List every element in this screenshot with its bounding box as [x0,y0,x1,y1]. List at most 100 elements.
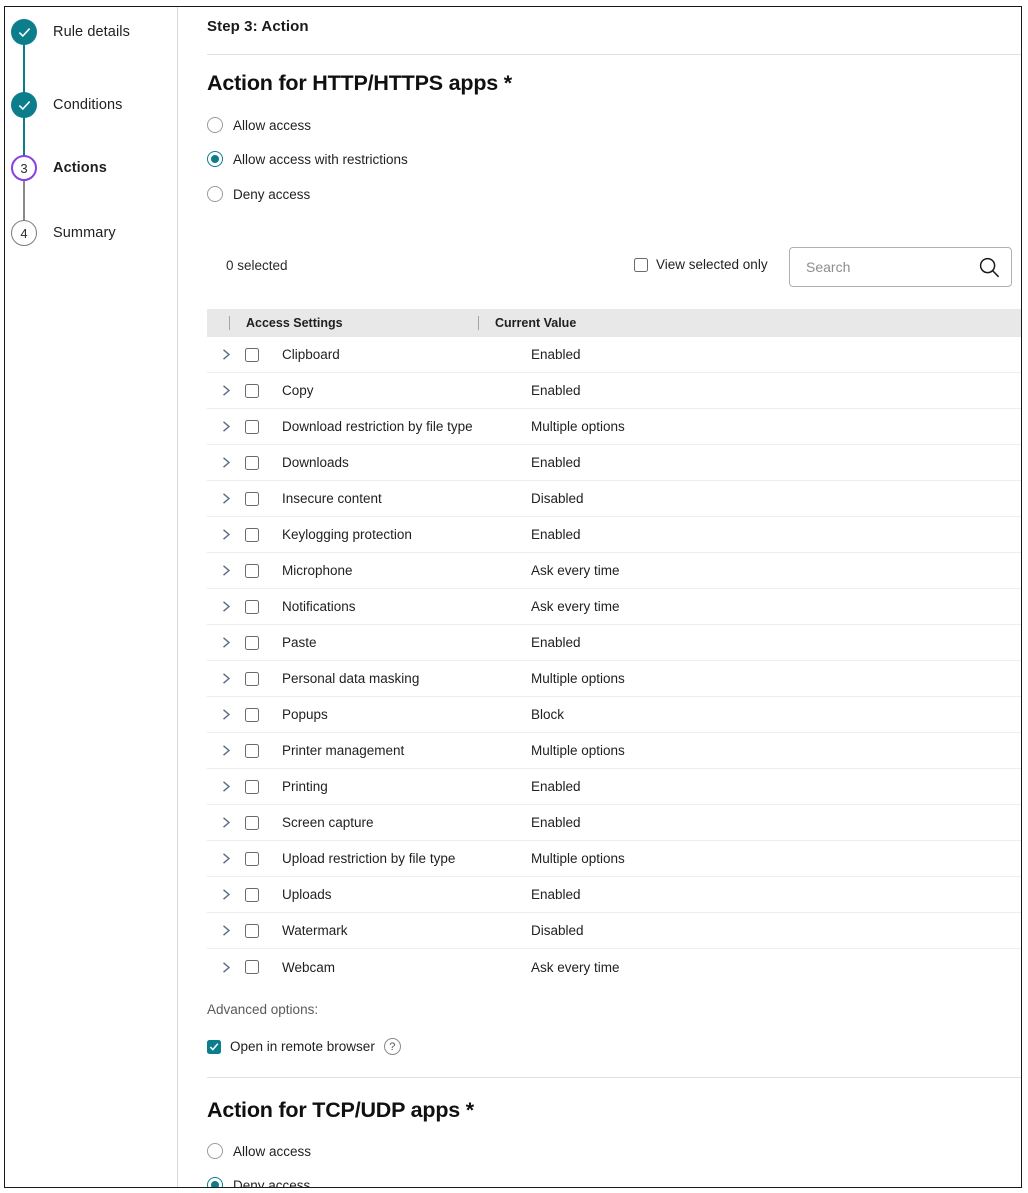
row-select-checkbox-cell[interactable] [245,636,282,650]
row-select-checkbox[interactable] [245,888,259,902]
row-select-checkbox-cell[interactable] [245,780,282,794]
chevron-right-icon[interactable] [207,348,245,361]
row-select-checkbox-cell[interactable] [245,888,282,902]
chevron-right-icon[interactable] [207,600,245,613]
open-in-remote-browser-row[interactable]: Open in remote browser ? [207,1038,401,1055]
row-select-checkbox-cell[interactable] [245,420,282,434]
row-select-checkbox-cell[interactable] [245,924,282,938]
table-row[interactable]: NotificationsAsk every time [207,589,1022,625]
stepper-item-rule-details[interactable]: Rule details [5,19,178,45]
chevron-right-icon[interactable] [207,528,245,541]
chevron-right-icon[interactable] [207,816,245,829]
search-icon[interactable] [979,257,1000,283]
row-select-checkbox[interactable] [245,420,259,434]
row-select-checkbox-cell[interactable] [245,672,282,686]
table-row[interactable]: Insecure contentDisabled [207,481,1022,517]
row-select-checkbox-cell[interactable] [245,564,282,578]
row-select-checkbox[interactable] [245,600,259,614]
row-select-checkbox[interactable] [245,780,259,794]
table-row[interactable]: WatermarkDisabled [207,913,1022,949]
table-row[interactable]: Printer managementMultiple options [207,733,1022,769]
row-select-checkbox[interactable] [245,348,259,362]
http-action-option-deny-access[interactable]: Deny access [207,184,310,204]
search-box[interactable] [789,247,1012,287]
help-icon[interactable]: ? [384,1038,401,1055]
radio-icon[interactable] [207,1143,223,1159]
table-row[interactable]: ClipboardEnabled [207,337,1022,373]
table-row[interactable]: UploadsEnabled [207,877,1022,913]
table-row[interactable]: CopyEnabled [207,373,1022,409]
chevron-right-icon[interactable] [207,708,245,721]
table-row[interactable]: Upload restriction by file typeMultiple … [207,841,1022,877]
view-selected-only-checkbox[interactable] [634,258,648,272]
table-row[interactable]: DownloadsEnabled [207,445,1022,481]
table-row[interactable]: MicrophoneAsk every time [207,553,1022,589]
chevron-right-icon[interactable] [207,744,245,757]
row-select-checkbox[interactable] [245,528,259,542]
row-select-checkbox-cell[interactable] [245,816,282,830]
wizard-content-pane: Step 3: Action Action for HTTP/HTTPS app… [178,7,1021,1187]
row-select-checkbox[interactable] [245,816,259,830]
table-row[interactable]: Screen captureEnabled [207,805,1022,841]
tcp-action-option-deny-access[interactable]: Deny access [207,1175,310,1188]
stepper-item-conditions[interactable]: Conditions [5,92,178,118]
row-select-checkbox[interactable] [245,636,259,650]
table-row[interactable]: WebcamAsk every time [207,949,1022,985]
row-select-checkbox[interactable] [245,708,259,722]
stepper-item-summary[interactable]: 4Summary [5,220,178,246]
row-select-checkbox-cell[interactable] [245,528,282,542]
chevron-right-icon[interactable] [207,961,245,974]
stepper-item-actions[interactable]: 3Actions [5,155,178,181]
row-select-checkbox-cell[interactable] [245,960,282,974]
row-select-checkbox-cell[interactable] [245,600,282,614]
chevron-right-icon[interactable] [207,420,245,433]
chevron-right-icon[interactable] [207,672,245,685]
row-select-checkbox-cell[interactable] [245,348,282,362]
row-select-checkbox-cell[interactable] [245,708,282,722]
table-row[interactable]: PasteEnabled [207,625,1022,661]
chevron-right-icon[interactable] [207,636,245,649]
chevron-right-icon[interactable] [207,852,245,865]
row-select-checkbox-cell[interactable] [245,456,282,470]
row-select-checkbox-cell[interactable] [245,852,282,866]
table-row[interactable]: Download restriction by file typeMultipl… [207,409,1022,445]
radio-icon[interactable] [207,1177,223,1188]
check-icon [11,92,37,118]
radio-icon[interactable] [207,117,223,133]
radio-icon[interactable] [207,151,223,167]
tcp-action-option-allow-access[interactable]: Allow access [207,1141,311,1161]
row-select-checkbox[interactable] [245,384,259,398]
stepper-connector [23,43,25,94]
row-select-checkbox[interactable] [245,672,259,686]
chevron-right-icon[interactable] [207,564,245,577]
chevron-right-icon[interactable] [207,456,245,469]
radio-icon[interactable] [207,186,223,202]
row-select-checkbox[interactable] [245,564,259,578]
row-select-checkbox-cell[interactable] [245,744,282,758]
cell-access-setting: Download restriction by file type [282,419,531,434]
chevron-right-icon[interactable] [207,888,245,901]
table-row[interactable]: Keylogging protectionEnabled [207,517,1022,553]
row-select-checkbox-cell[interactable] [245,384,282,398]
cell-access-setting: Clipboard [282,347,531,362]
http-action-option-allow-access[interactable]: Allow access [207,115,311,135]
table-row[interactable]: PopupsBlock [207,697,1022,733]
view-selected-only-toggle[interactable]: View selected only [634,257,768,272]
row-select-checkbox[interactable] [245,744,259,758]
search-input[interactable] [804,248,964,286]
row-select-checkbox-cell[interactable] [245,492,282,506]
chevron-right-icon[interactable] [207,924,245,937]
table-row[interactable]: Personal data maskingMultiple options [207,661,1022,697]
http-action-option-allow-access-with-restrictions[interactable]: Allow access with restrictions [207,149,408,169]
row-select-checkbox[interactable] [245,456,259,470]
cell-current-value: Block [531,707,1022,722]
chevron-right-icon[interactable] [207,384,245,397]
table-row[interactable]: PrintingEnabled [207,769,1022,805]
chevron-right-icon[interactable] [207,492,245,505]
chevron-right-icon[interactable] [207,780,245,793]
open-in-remote-browser-checkbox[interactable] [207,1040,221,1054]
row-select-checkbox[interactable] [245,492,259,506]
row-select-checkbox[interactable] [245,852,259,866]
row-select-checkbox[interactable] [245,960,259,974]
row-select-checkbox[interactable] [245,924,259,938]
